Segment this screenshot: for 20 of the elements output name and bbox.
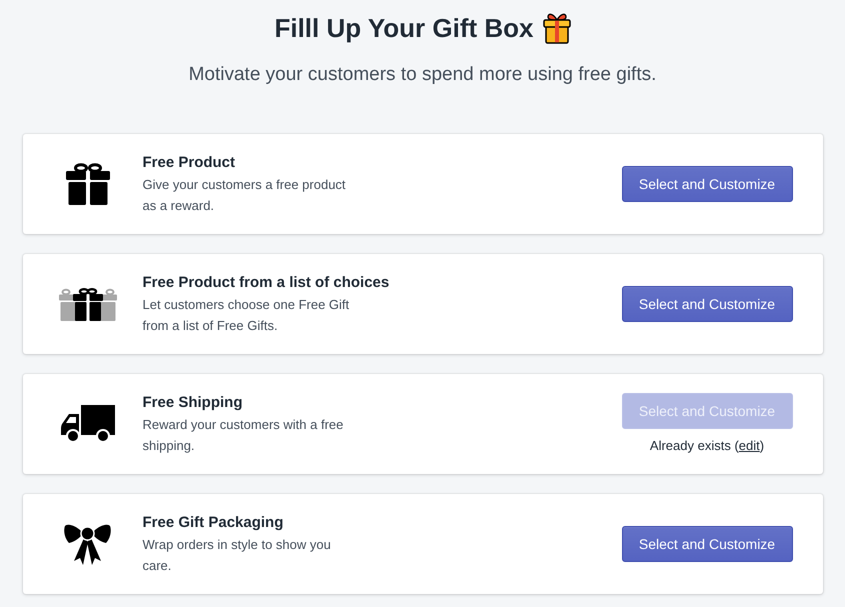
select-and-customize-button[interactable]: Select and Customize	[622, 526, 792, 562]
option-description: Give your customers a free product as a reward.	[142, 176, 347, 215]
option-description: Reward your customers with a free shipping.	[142, 416, 344, 455]
option-title: Free Product	[142, 153, 236, 173]
gift-emoji-icon	[542, 12, 571, 44]
select-and-customize-button[interactable]: Select and Customize	[622, 286, 792, 322]
bow-icon	[64, 523, 111, 565]
option-description: Let customers choose one Free Gift from a list of Free Gifts.	[142, 296, 350, 335]
page-subtitle: Motivate your customers to spend more using free gifts.	[188, 63, 656, 87]
status-note: Already exists (edit)	[650, 437, 764, 455]
gift-group-icon	[58, 288, 116, 320]
option-title: Free Shipping	[142, 393, 243, 413]
gift-icon	[66, 163, 110, 205]
edit-link[interactable]: edit	[738, 438, 760, 453]
option-description: Wrap orders in style to show you care.	[142, 536, 332, 575]
select-and-customize-button[interactable]: Select and Customize	[622, 166, 792, 202]
option-title: Free Product from a list of choices	[142, 273, 390, 293]
page-title: Filll Up Your Gift Box	[274, 12, 534, 44]
truck-icon	[60, 405, 114, 443]
option-title: Free Gift Packaging	[142, 513, 284, 533]
